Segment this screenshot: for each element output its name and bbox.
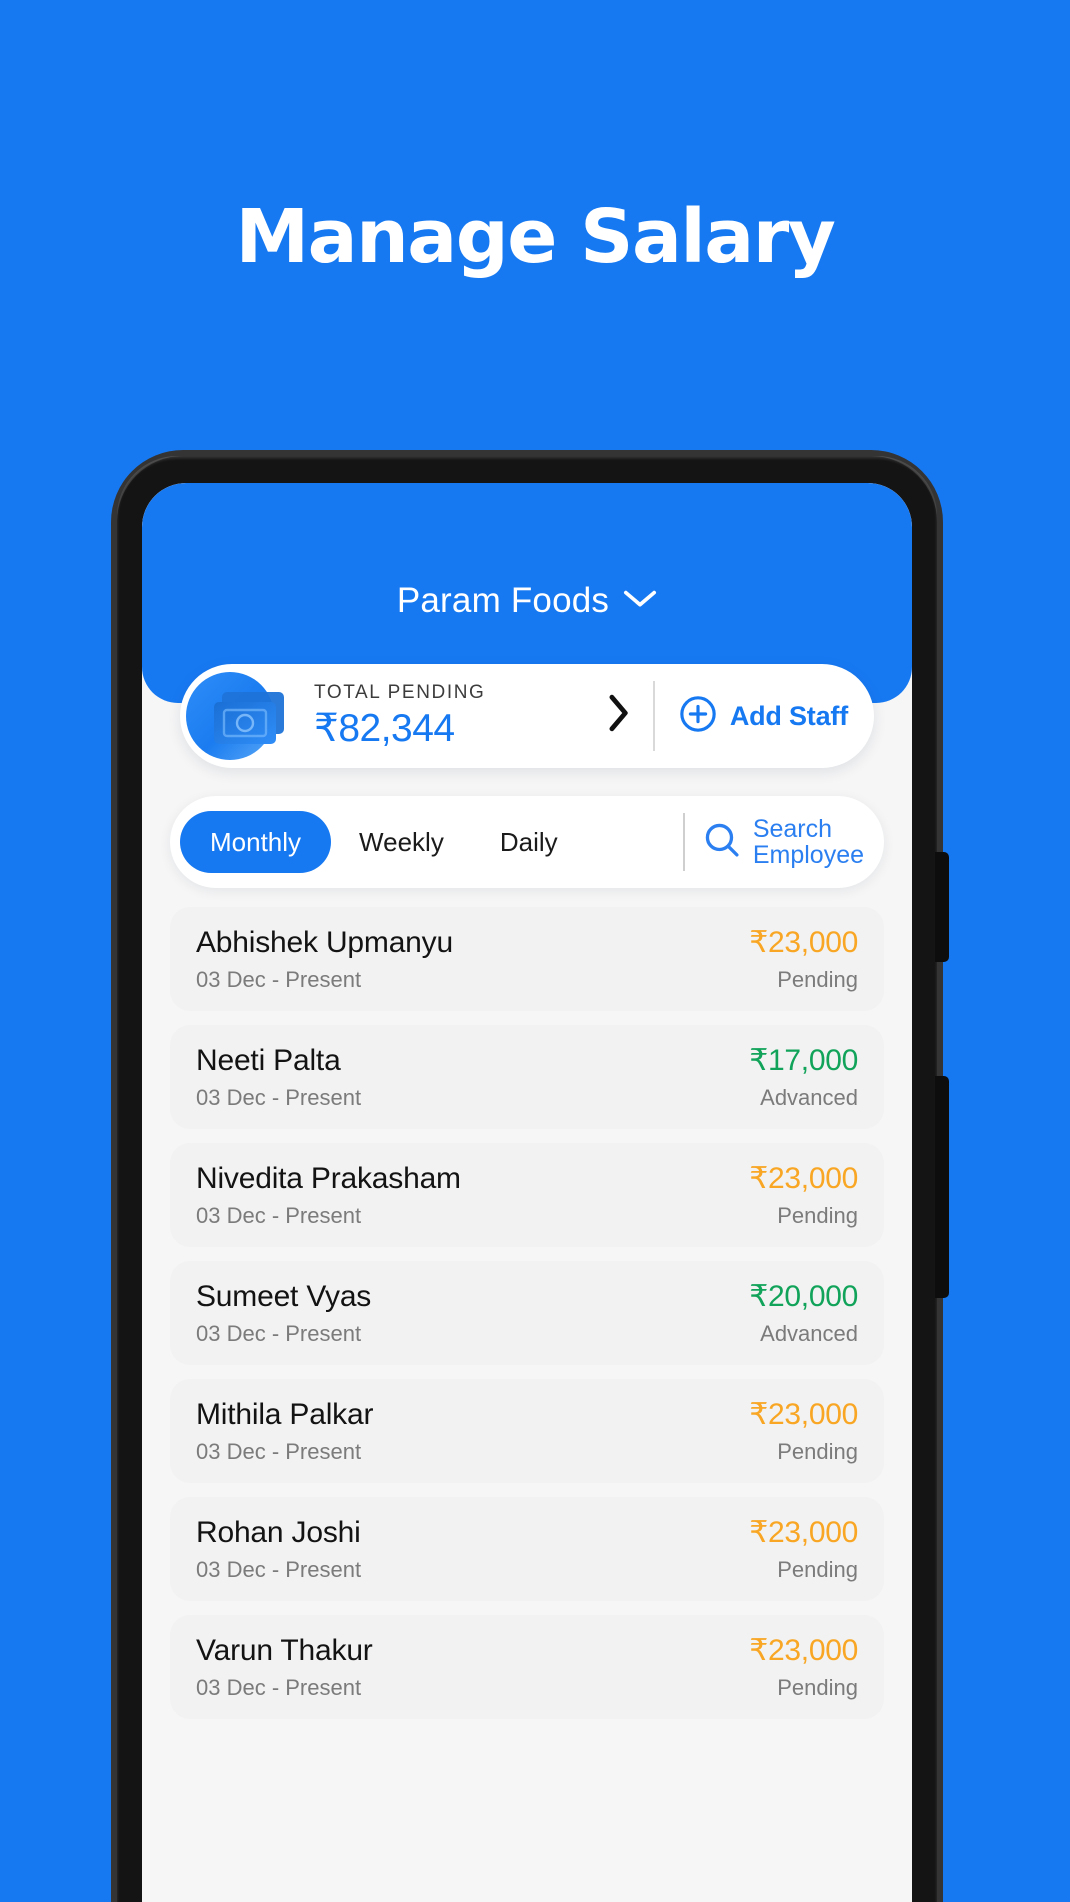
employee-info: Rohan Joshi 03 Dec - Present	[196, 1516, 361, 1583]
employee-date-range: 03 Dec - Present	[196, 1674, 362, 1700]
total-pending-label: TOTAL PENDING	[314, 681, 486, 703]
employee-date-range: 03 Dec - Present	[196, 1320, 362, 1346]
employee-name: Neeti Palta	[196, 1043, 341, 1077]
tabs-divider	[682, 813, 685, 871]
company-selector[interactable]: Param Foods	[142, 581, 912, 621]
employee-amount-info: ₹23,000 Pending	[749, 1515, 858, 1583]
employee-amount-info: ₹23,000 Pending	[749, 1161, 858, 1229]
employee-row[interactable]: Sumeet Vyas 03 Dec - Present ₹20,000 Advanc…	[170, 1261, 884, 1365]
employee-date-range: 03 Dec - Present	[196, 966, 362, 992]
employee-date-range: 03 Dec - Present	[196, 1438, 362, 1464]
employee-row[interactable]: Mithila Palkar 03 Dec - Present ₹23,000 Pen…	[170, 1379, 884, 1483]
employee-amount: ₹23,000	[749, 1516, 858, 1549]
employee-amount: ₹17,000	[749, 1044, 858, 1077]
employee-date-range: 03 Dec - Present	[196, 1556, 362, 1582]
employee-amount: ₹23,000	[749, 926, 858, 959]
total-pending-amount: ₹82,344	[314, 706, 455, 750]
phone-screen: Param Foods TOTAL PENDING ₹82,344 Add St…	[142, 483, 912, 1902]
tab-monthly[interactable]: Monthly	[180, 811, 332, 873]
employee-name: Abhishek Upmanyu	[196, 925, 453, 959]
employee-status-badge: Pending	[777, 967, 858, 992]
employee-status-badge: Pending	[777, 1203, 858, 1228]
employee-row[interactable]: Rohan Joshi 03 Dec - Present ₹23,000 Pendin…	[170, 1497, 884, 1601]
employee-status-badge: Pending	[777, 1439, 858, 1464]
employee-row[interactable]: Nivedita Prakasham 03 Dec - Present ₹23,00…	[170, 1143, 884, 1247]
employee-info: Varun Thakur 03 Dec - Present	[196, 1634, 373, 1701]
employee-amount: ₹20,000	[749, 1280, 858, 1313]
employee-status-badge: Pending	[777, 1557, 858, 1582]
employee-date-range: 03 Dec - Present	[196, 1202, 362, 1228]
employee-row[interactable]: Neeti Palta 03 Dec - Present ₹17,000 Advanc…	[170, 1025, 884, 1129]
cash-stack-icon	[184, 664, 300, 768]
employee-info: Neeti Palta 03 Dec - Present	[196, 1044, 361, 1111]
employee-amount-info: ₹17,000 Advanced	[749, 1043, 858, 1111]
add-staff-label: Add Staff	[729, 700, 848, 731]
tab-daily[interactable]: Daily	[472, 827, 586, 858]
employee-amount-info: ₹23,000 Pending	[749, 925, 858, 993]
phone-volume-button[interactable]	[935, 852, 949, 962]
employee-status-badge: Advanced	[760, 1085, 858, 1110]
page-title: Manage Salary	[235, 194, 836, 280]
chevron-right-icon[interactable]	[607, 694, 631, 738]
employee-amount-info: ₹23,000 Pending	[749, 1397, 858, 1465]
employee-amount: ₹23,000	[749, 1634, 858, 1667]
search-icon	[703, 821, 741, 864]
employee-row[interactable]: Varun Thakur 03 Dec - Present ₹23,000 Pendi…	[170, 1615, 884, 1719]
employee-date-range: 03 Dec - Present	[196, 1084, 362, 1110]
phone-mockup: Param Foods TOTAL PENDING ₹82,344 Add St…	[117, 456, 949, 1902]
search-employee-button[interactable]: Search Employee	[703, 816, 884, 869]
pending-texts: TOTAL PENDING ₹82,344	[314, 682, 607, 751]
employee-name: Varun Thakur	[196, 1633, 373, 1667]
employee-name: Sumeet Vyas	[196, 1279, 372, 1313]
employee-name: Nivedita Prakasham	[196, 1161, 461, 1195]
tab-weekly[interactable]: Weekly	[331, 827, 472, 858]
employee-amount: ₹23,000	[749, 1398, 858, 1431]
phone-power-button[interactable]	[935, 1076, 949, 1298]
chevron-down-icon	[623, 588, 657, 615]
total-pending-card[interactable]: TOTAL PENDING ₹82,344 Add Staff	[180, 664, 874, 768]
period-tabs: Monthly Weekly Daily Search Employee	[170, 796, 884, 888]
employee-amount-info: ₹20,000 Advanced	[749, 1279, 858, 1347]
employee-name: Rohan Joshi	[196, 1515, 361, 1549]
employee-name: Mithila Palkar	[196, 1397, 374, 1431]
employee-info: Nivedita Prakasham 03 Dec - Present	[196, 1162, 461, 1229]
company-name: Param Foods	[396, 581, 610, 620]
employee-status-badge: Pending	[777, 1675, 858, 1700]
employee-amount-info: ₹23,000 Pending	[749, 1633, 858, 1701]
employee-row[interactable]: Abhishek Upmanyu 03 Dec - Present ₹23,000 P…	[170, 907, 884, 1011]
search-employee-label: Search Employee	[752, 814, 864, 869]
employee-info: Sumeet Vyas 03 Dec - Present	[196, 1280, 371, 1347]
employee-list: Abhishek Upmanyu 03 Dec - Present ₹23,000 P…	[170, 907, 884, 1733]
promo-screenshot: Manage Salary Param Foods TOTAL PENDING …	[0, 0, 1070, 1902]
employee-amount: ₹23,000	[749, 1162, 858, 1195]
employee-info: Abhishek Upmanyu 03 Dec - Present	[196, 926, 453, 993]
plus-circle-icon	[679, 695, 717, 738]
add-staff-button[interactable]: Add Staff	[655, 695, 874, 738]
employee-info: Mithila Palkar 03 Dec - Present	[196, 1398, 373, 1465]
employee-status-badge: Advanced	[760, 1321, 858, 1346]
